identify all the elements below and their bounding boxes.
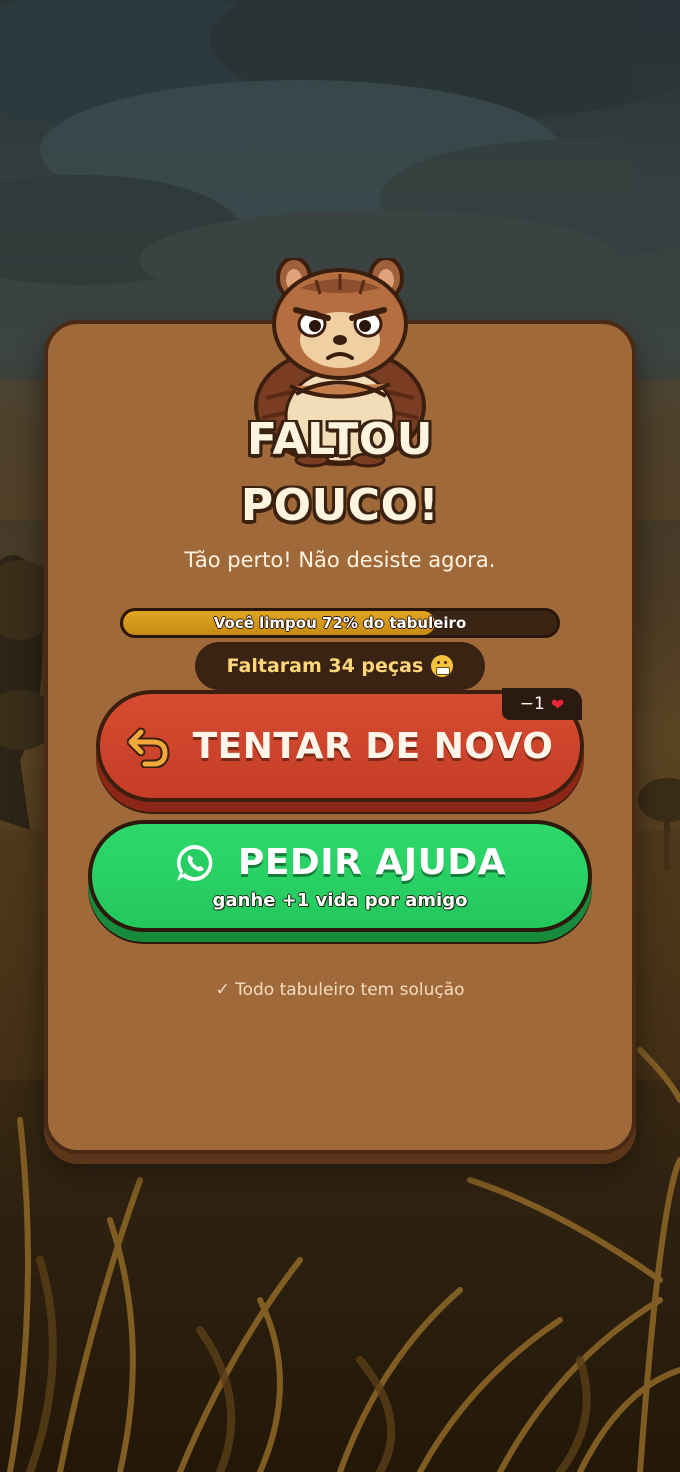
life-cost-badge: −1 ❤ xyxy=(502,688,582,720)
ask-help-button[interactable]: PEDIR AJUDA ganhe +1 vida por amigo xyxy=(88,820,592,932)
heart-icon: ❤ xyxy=(550,694,565,714)
retry-button-label: TENTAR DE NOVO xyxy=(192,725,554,767)
remaining-pieces-text: Faltaram 34 peças xyxy=(226,655,424,677)
whatsapp-icon xyxy=(174,842,216,884)
ask-help-button-label: PEDIR AJUDA xyxy=(237,842,507,883)
undo-arrow-icon xyxy=(126,724,171,768)
solvable-board-note: ✓ Todo tabuleiro tem solução xyxy=(215,980,465,1000)
life-cost-text: −1 xyxy=(519,694,545,714)
result-title-line2: POUCO! xyxy=(240,480,440,531)
result-subtitle: Tão perto! Não desiste agora. xyxy=(184,548,496,572)
grimacing-face-icon xyxy=(431,655,454,677)
game-over-screen: FALTOU POUCO! Tão perto! Não desiste ago… xyxy=(0,0,680,1472)
remaining-pieces-pill: Faltaram 34 peças xyxy=(195,642,485,690)
board-progress-label: Você limpou 72% do tabuleiro xyxy=(213,614,467,632)
board-progress-bar: Você limpou 72% do tabuleiro xyxy=(120,608,560,638)
result-title-line1: FALTOU xyxy=(246,414,433,465)
ask-help-button-sublabel: ganhe +1 vida por amigo xyxy=(212,889,468,911)
